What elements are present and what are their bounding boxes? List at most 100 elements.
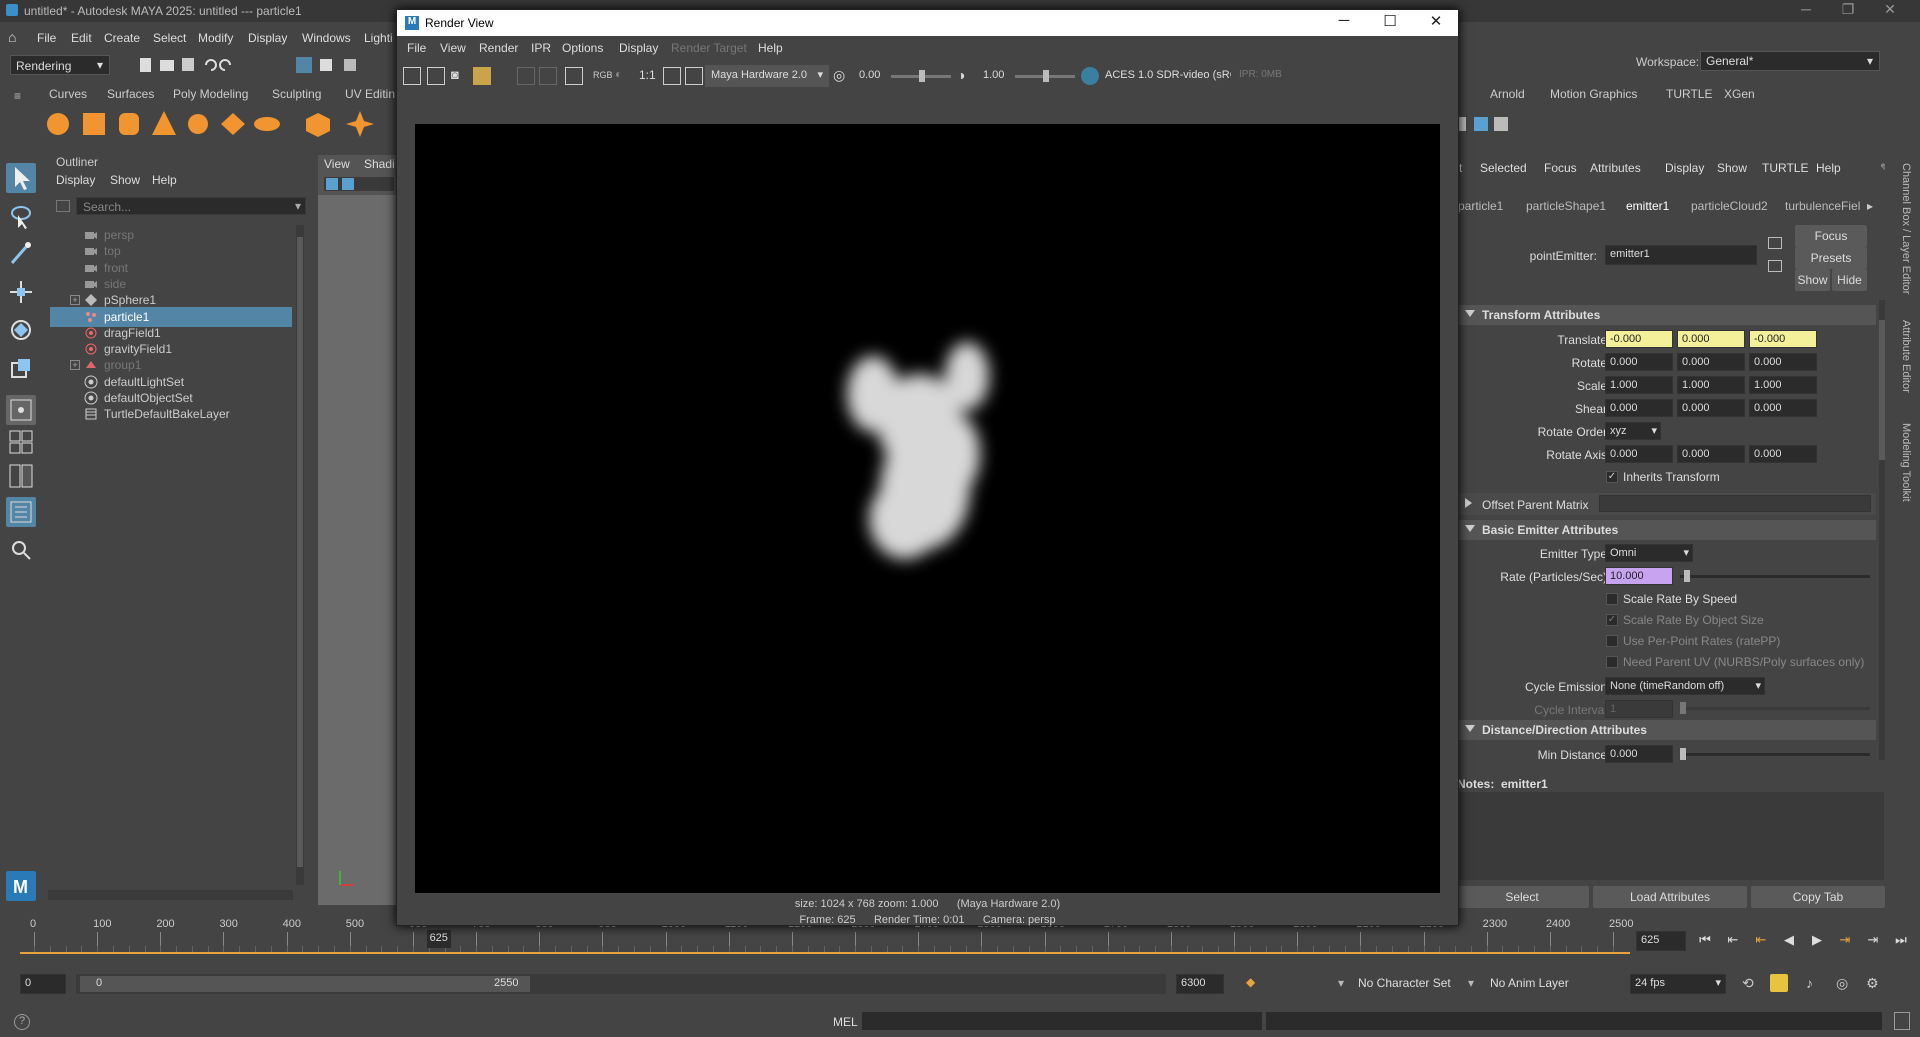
shelf-tab-motion-graphics[interactable]: Motion Graphics [1550,87,1637,101]
shelf-tab-poly[interactable]: Poly Modeling [173,87,248,101]
render-view-titlebar[interactable]: M Render View ─ ☐ ✕ [397,10,1458,36]
ae-tab-particlecloud2[interactable]: particleCloud2 [1691,199,1768,213]
render-image[interactable] [415,124,1440,893]
min-distance-slider[interactable] [1680,748,1870,760]
translate-y-field[interactable]: 0.000 [1677,330,1745,348]
workspace-select[interactable]: General* ▾ [1700,51,1880,71]
outliner-item[interactable]: TurtleDefaultBakeLayer [50,404,292,424]
speed-icon[interactable]: ◎ [1836,975,1848,992]
min-distance-knob[interactable] [1680,748,1686,760]
scale-z-field[interactable]: 1.000 [1749,376,1817,394]
tab-channel-box[interactable]: Channel Box / Layer Editor [1900,163,1912,294]
range-handle[interactable]: 0 2550 [80,976,530,992]
minimize-icon[interactable]: ─ [1786,1,1826,21]
close-icon[interactable]: ✕ [1413,12,1459,34]
go-to-start-icon[interactable]: ⏮ [1694,932,1716,952]
color-management-icon[interactable] [1081,67,1099,85]
close-icon[interactable]: ✕ [1870,1,1910,21]
rate-slider-knob[interactable] [1683,570,1690,582]
gamma-knob[interactable] [1043,70,1049,82]
rotate-y-field[interactable]: 0.000 [1677,353,1745,371]
search-icon[interactable] [6,535,36,565]
render-frame-icon[interactable] [403,67,421,85]
rv-menu-ipr[interactable]: IPR [531,41,551,55]
tab-attribute-editor[interactable]: Attribute Editor [1900,320,1912,393]
script-editor-icon[interactable] [1894,1012,1910,1030]
current-frame-field[interactable]: 625 [1636,931,1686,951]
renderer-select[interactable]: Maya Hardware 2.0 ▾ [705,65,829,87]
menu-lighting[interactable]: Lighti [364,31,393,45]
current-frame-marker[interactable]: 625 [426,930,451,948]
section-transform[interactable]: Transform Attributes [1456,305,1876,325]
menu-select[interactable]: Select [153,31,186,45]
shear-x-field[interactable]: 0.000 [1605,399,1673,417]
shelf-tab-xgen[interactable]: XGen [1724,87,1755,101]
load-attributes-button[interactable]: Load Attributes [1593,886,1747,908]
ae-menu-list[interactable]: t [1459,161,1462,175]
character-set-select[interactable]: No Character Set [1358,976,1451,990]
scale-y-field[interactable]: 1.000 [1677,376,1745,394]
output-connections-icon[interactable] [1768,260,1782,272]
ae-menu-focus[interactable]: Focus [1544,161,1577,175]
translate-z-field[interactable]: -0.000 [1749,330,1817,348]
section-basic-emitter[interactable]: Basic Emitter Attributes [1456,520,1876,540]
anim-layer-select[interactable]: No Anim Layer [1490,976,1569,990]
mode-select[interactable]: Rendering ▾ [10,55,110,75]
ae-tab-particle1[interactable]: particle1 [1458,199,1503,213]
outliner-menu-show[interactable]: Show [110,173,140,187]
four-pane-layout-icon[interactable] [6,427,36,457]
range-slider[interactable]: 0 2550 [76,974,1166,994]
translate-x-field[interactable]: -0.000 [1605,330,1673,348]
rv-menu-view[interactable]: View [440,41,466,55]
rotate-order-select[interactable]: xyz ▾ [1605,422,1661,440]
node-name-field[interactable]: emitter1 [1605,245,1757,265]
shelf-tab-sculpting[interactable]: Sculpting [272,87,321,101]
real-size-button[interactable]: 1:1 [639,68,656,82]
viewport-tool-icon[interactable] [342,178,354,190]
ae-menu-turtle[interactable]: TURTLE [1762,161,1808,175]
auto-key-icon[interactable]: ◆ [1246,975,1258,991]
scale-x-field[interactable]: 1.000 [1605,376,1673,394]
step-forward-key-icon[interactable]: ⇥ [1862,932,1884,952]
gamma-slider[interactable] [1015,70,1075,82]
ae-menu-attributes[interactable]: Attributes [1590,161,1641,175]
shelf-tab-curves[interactable]: Curves [49,87,87,101]
ae-menu-selected[interactable]: Selected [1480,161,1527,175]
rotate-axis-x-field[interactable]: 0.000 [1605,445,1673,463]
menu-display[interactable]: Display [248,31,287,45]
rotate-tool-icon[interactable] [6,315,36,345]
rv-menu-render[interactable]: Render [479,41,518,55]
play-forward-icon[interactable]: ▶ [1806,932,1828,952]
menu-create[interactable]: Create [104,31,140,45]
section-offset-parent[interactable]: Offset Parent Matrix [1456,493,1876,515]
scale-tool-icon[interactable] [6,353,36,383]
offset-parent-field[interactable] [1599,495,1871,512]
sound-icon[interactable]: ♪ [1806,975,1813,991]
minimize-icon[interactable]: ─ [1321,12,1367,34]
step-forward-frame-icon[interactable]: ⇥ [1834,932,1856,952]
rgb-channel-button[interactable]: RGB [593,70,613,80]
outliner-menu-help[interactable]: Help [152,173,177,187]
rotate-axis-y-field[interactable]: 0.000 [1677,445,1745,463]
fps-select[interactable]: 24 fps ▾ [1630,974,1726,994]
viewport-menu-shading[interactable]: Shadi [364,157,395,171]
filter-icon[interactable] [56,200,70,212]
presets-button[interactable]: Presets [1795,247,1867,269]
cycle-interval-knob[interactable] [1680,702,1686,714]
shelf-menu-icon[interactable]: ≡ [14,89,21,103]
ae-tab-emitter1[interactable]: emitter1 [1626,199,1669,213]
emitter-type-select[interactable]: Omni ▾ [1605,544,1693,562]
input-connections-icon[interactable] [1768,237,1782,249]
anim-prefs-icon[interactable]: ⚙ [1866,975,1879,992]
ae-menu-show[interactable]: Show [1717,161,1747,175]
play-backward-icon[interactable]: ◀ [1778,932,1800,952]
alpha-channel-icon[interactable]: ◐ [615,67,633,85]
step-back-frame-icon[interactable]: ⇤ [1750,932,1772,952]
focus-button[interactable]: Focus [1795,225,1867,247]
notes-textarea[interactable] [1456,792,1884,880]
scale-rate-speed-checkbox[interactable] [1606,593,1618,605]
gamma-field[interactable]: 1.00 [979,67,1013,85]
shelf-tab-arnold[interactable]: Arnold [1490,87,1525,101]
render-region-icon[interactable] [427,67,445,85]
tab-modeling-toolkit[interactable]: Modeling Toolkit [1900,423,1912,502]
